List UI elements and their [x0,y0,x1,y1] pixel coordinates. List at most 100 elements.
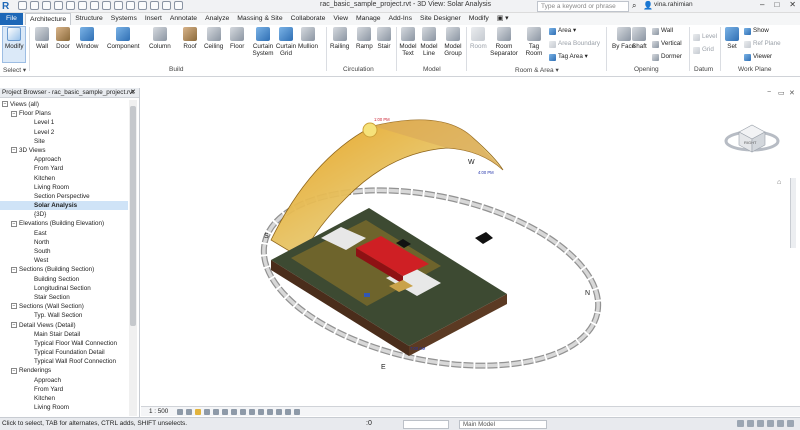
search-input[interactable]: Type a keyword or phrase [537,1,629,12]
tree-item[interactable]: Living Room [0,403,128,412]
tree-item[interactable]: West [0,256,128,265]
tree-group[interactable]: − Renderings [0,366,128,375]
revit-logo[interactable]: R [2,1,13,12]
sun-icon[interactable] [362,122,378,138]
measure-icon[interactable] [90,1,99,10]
ceiling-button[interactable]: Ceiling [204,27,223,50]
tab-collaborate[interactable]: Collaborate [287,13,330,25]
wall-button[interactable]: Wall [35,27,49,50]
worksharing-icon[interactable] [267,408,274,415]
tree-item[interactable]: {3D} [0,210,128,219]
room-area-group-label[interactable]: Room & Area ▾ [515,66,559,74]
tree-item[interactable]: Level 1 [0,118,128,127]
room-separator-button[interactable]: Room Separator [489,27,519,57]
tree-item[interactable]: Typ. Wall Section [0,311,128,320]
collapse-toggle-icon[interactable]: − [11,321,17,328]
column-button[interactable]: Column [149,27,171,50]
tree-group[interactable]: − Sections (Building Section) [0,265,128,274]
close-icon[interactable]: ✕ [789,0,796,9]
shaft-button[interactable]: Shaft [632,27,647,50]
switch-windows-icon[interactable] [174,1,183,10]
ref-plane-button[interactable]: Ref Plane [744,40,781,48]
collapse-toggle-icon[interactable]: − [2,101,8,108]
tree-item[interactable]: From Yard [0,164,128,173]
tree-group[interactable]: − Detail Views (Detail) [0,321,128,330]
collapse-toggle-icon[interactable]: − [11,266,17,273]
stair-button[interactable]: Stair [377,27,391,50]
reveal-constraints-icon[interactable] [294,408,301,415]
dimension-icon[interactable] [102,1,111,10]
roof-button[interactable]: Roof [183,27,197,50]
tab-manage[interactable]: Manage [352,13,385,25]
grid-button[interactable]: Grid [693,46,714,54]
scrollbar[interactable] [129,100,137,416]
scroll-thumb[interactable] [130,106,136,326]
open-icon[interactable] [18,1,27,10]
level-button[interactable]: Level [693,33,717,41]
wall-opening-button[interactable]: Wall [652,27,673,35]
tab-analyze[interactable]: Analyze [201,13,233,25]
tab-structure[interactable]: Structure [71,13,107,25]
close-icon[interactable]: ✕ [130,88,136,98]
show-workplane-button[interactable]: Show [744,27,769,35]
tree-item[interactable]: Kitchen [0,174,128,183]
design-option-dropdown[interactable]: Main Model [459,420,547,429]
3d-view-icon[interactable] [126,1,135,10]
search-icon[interactable]: ⌕ [632,1,636,11]
tree-group[interactable]: − Views (all) [0,100,128,109]
tree-group[interactable]: − Floor Plans [0,109,128,118]
text-icon[interactable] [114,1,123,10]
close-hidden-icon[interactable] [162,1,171,10]
tree-group[interactable]: − Sections (Wall Section) [0,302,128,311]
section-icon[interactable] [138,1,147,10]
undo-icon[interactable] [54,1,63,10]
save-icon[interactable] [30,1,39,10]
analytical-model-icon[interactable] [276,408,283,415]
tree-item[interactable]: North [0,238,128,247]
sun-path-icon[interactable] [195,408,202,415]
tree-item[interactable]: Section Perspective [0,192,128,201]
curtain-system-button[interactable]: Curtain System [252,27,274,57]
redo-icon[interactable] [66,1,75,10]
tree-item[interactable]: Kitchen [0,394,128,403]
navigation-bar[interactable] [790,178,796,248]
collapse-toggle-icon[interactable]: − [11,110,17,117]
tag-room-button[interactable]: Tag Room [525,27,543,57]
vertical-opening-button[interactable]: Vertical [652,40,682,48]
window-button[interactable]: Window [76,27,98,50]
tree-item[interactable]: Longitudinal Section [0,284,128,293]
modify-button[interactable]: Modify [5,27,24,50]
tab-file[interactable]: File [0,13,23,25]
area-button[interactable]: Area ▾ [549,27,576,35]
highlight-displacement-icon[interactable] [285,408,292,415]
drag-elements-icon[interactable] [777,420,784,427]
shadows-icon[interactable] [204,408,211,415]
user-name[interactable]: vina.rahimian [654,1,693,8]
restore-view-icon[interactable]: ▭ [778,89,785,97]
tab-systems[interactable]: Systems [107,13,141,25]
model-text-button[interactable]: Model Text [399,27,417,57]
maximize-icon[interactable]: □ [774,0,779,9]
minimize-icon[interactable]: – [760,0,764,9]
collapse-toggle-icon[interactable]: − [11,220,17,227]
railing-button[interactable]: Railing [330,27,349,50]
tab-architecture[interactable]: Architecture [24,13,72,25]
tree-group[interactable]: −3D Views [0,146,128,155]
tree-item[interactable]: South [0,247,128,256]
visual-style-icon[interactable] [186,408,193,415]
tree-item[interactable]: Approach [0,155,128,164]
select-links-icon[interactable] [737,420,744,427]
select-underlay-icon[interactable] [747,420,754,427]
collapse-toggle-icon[interactable]: − [11,303,17,310]
tree-item[interactable]: Site [0,137,128,146]
tree-item[interactable]: Main Stair Detail [0,330,128,339]
viewer-button[interactable]: Viewer [744,53,772,61]
collapse-toggle-icon[interactable]: − [11,367,17,374]
3d-viewport[interactable]: − ▭ ✕ S W N E 1:00 PM 4:00 PM 7:00 AM RI… [141,88,800,406]
collapse-toggle-icon[interactable]: − [11,147,17,154]
close-view-icon[interactable]: ✕ [789,89,795,97]
mullion-button[interactable]: Mullion [298,27,318,50]
select-group-label[interactable]: Select ▾ [3,66,26,74]
print-icon[interactable] [78,1,87,10]
component-button[interactable]: Component [107,27,140,50]
